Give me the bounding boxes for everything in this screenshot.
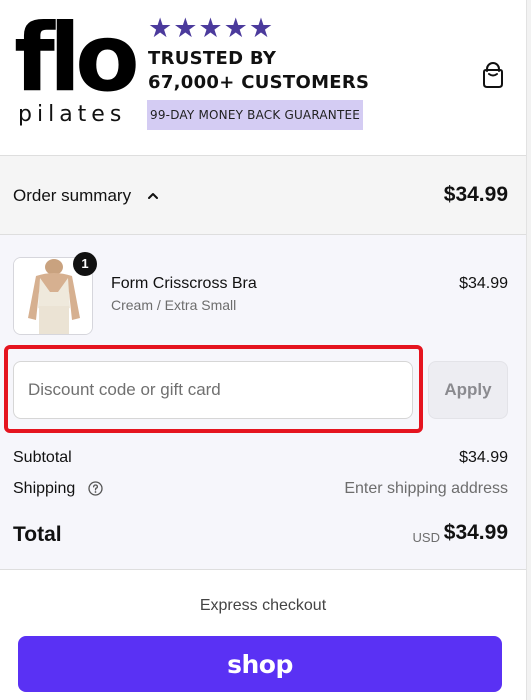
apply-discount-button[interactable]: Apply: [428, 361, 508, 419]
cart-bag-icon[interactable]: [478, 60, 508, 90]
shipping-label: Shipping: [13, 480, 76, 497]
subtotal-value: $34.99: [459, 449, 508, 466]
order-summary-total: $34.99: [443, 183, 508, 206]
product-variant: Cream / Extra Small: [111, 297, 237, 313]
shop-pay-button[interactable]: shop: [18, 636, 502, 692]
scrollbar[interactable]: [526, 0, 531, 700]
customer-count: 67,000+ CUSTOMERS: [148, 72, 370, 93]
order-summary-panel: 1 Form Crisscross Bra Cream / Extra Smal…: [0, 235, 526, 570]
site-header: flo pilates ★★★★★ TRUSTED BY 67,000+ CUS…: [0, 0, 526, 155]
chevron-up-icon: [146, 189, 160, 203]
shipping-value: Enter shipping address: [344, 480, 508, 497]
order-summary-toggle[interactable]: Order summary $34.99: [0, 155, 526, 235]
logo-subtitle: pilates: [18, 102, 127, 127]
logo-wordmark: flo: [14, 4, 140, 113]
discount-code-input[interactable]: [13, 361, 413, 419]
currency-code: USD: [412, 530, 440, 545]
quantity-badge: 1: [73, 252, 97, 276]
rating-stars: ★★★★★: [148, 13, 275, 44]
subtotal-label: Subtotal: [13, 449, 72, 466]
flo-pilates-logo[interactable]: flo pilates: [14, 4, 140, 134]
trust-heading: TRUSTED BY: [148, 48, 277, 69]
guarantee-badge: 99-DAY MONEY BACK GUARANTEE: [147, 100, 364, 130]
total-value: $34.99: [443, 521, 508, 544]
express-checkout-label: Express checkout: [199, 597, 327, 614]
help-circle-icon[interactable]: [88, 481, 103, 496]
product-name: Form Crisscross Bra: [111, 275, 257, 292]
order-summary-label: Order summary: [13, 186, 132, 205]
total-label: Total: [13, 523, 62, 546]
product-price: $34.99: [459, 275, 508, 292]
